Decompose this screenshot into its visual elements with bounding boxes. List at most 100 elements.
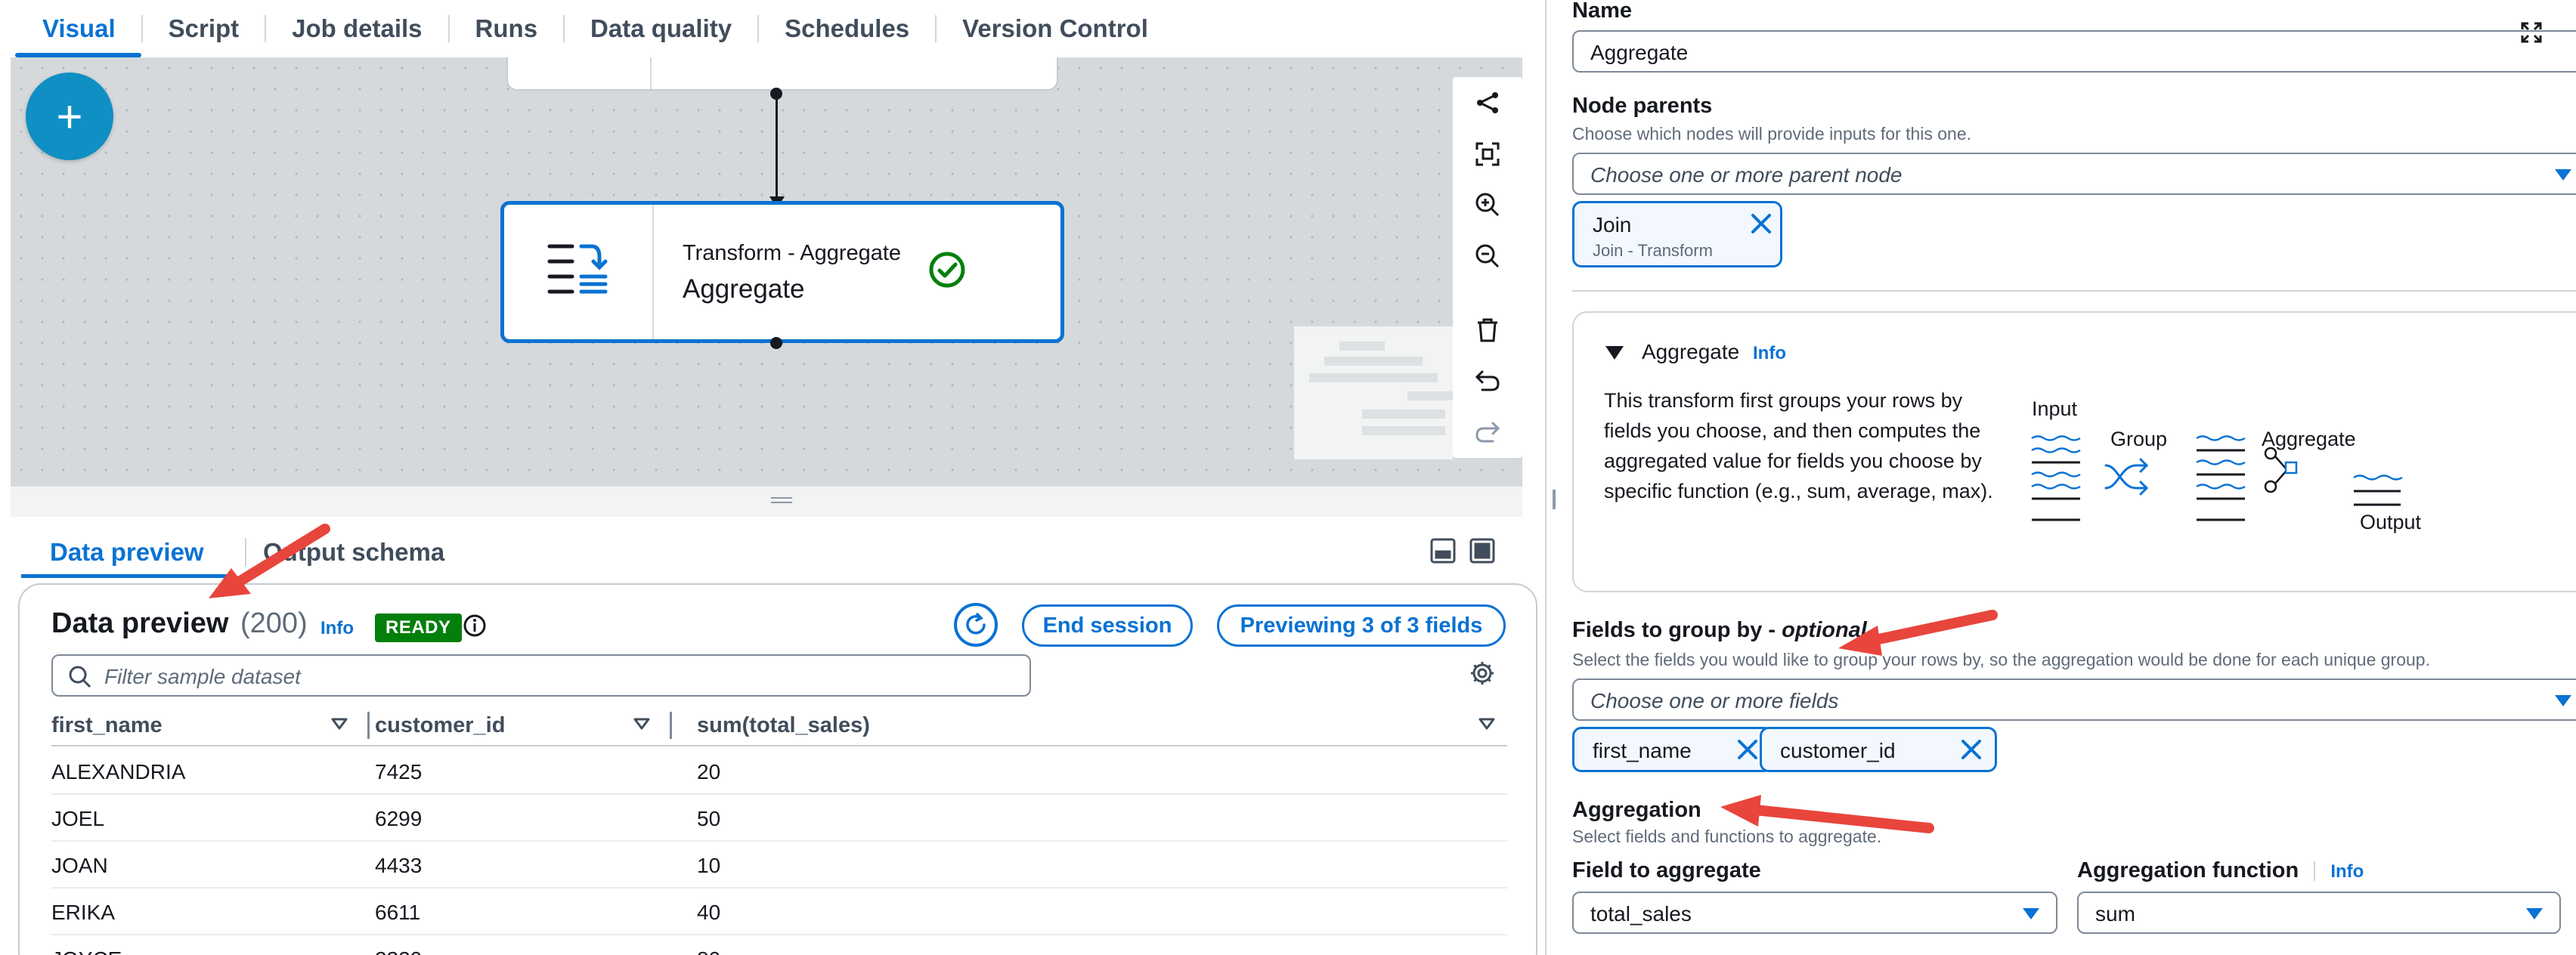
name-input[interactable]: Aggregate	[1572, 30, 2576, 73]
filter-input[interactable]: Filter sample dataset	[51, 654, 1031, 697]
chevron-down-icon	[2555, 695, 2571, 706]
table-cell: JOYCE	[51, 947, 122, 955]
field-to-aggregate-select[interactable]: total_sales	[1572, 892, 2057, 934]
node-parents-description: Choose which nodes will provide inputs f…	[1572, 124, 1972, 144]
table-cell: 20	[697, 760, 721, 783]
minimap-block	[1324, 357, 1423, 366]
section-divider	[1572, 290, 2576, 292]
table-cell: 7425	[375, 760, 423, 783]
remove-token-icon[interactable]	[1736, 738, 1759, 765]
edge-line	[776, 94, 778, 207]
left-pane: Visual Script Job details Runs Data qual…	[0, 0, 1545, 955]
info-link[interactable]: Info	[320, 618, 354, 639]
column-resizer[interactable]	[367, 712, 370, 739]
remove-token-icon[interactable]	[1750, 212, 1773, 239]
node-title: Aggregate	[683, 274, 805, 304]
canvas-toolbar	[1453, 77, 1522, 458]
tab-data-quality[interactable]: Data quality	[565, 0, 757, 57]
group-field-token: customer_id	[1760, 727, 1997, 772]
undo-icon[interactable]	[1453, 356, 1522, 407]
edge-handle[interactable]	[770, 337, 782, 349]
aggregation-function-select[interactable]: sum	[2077, 892, 2561, 934]
group-by-description: Select the fields you would like to grou…	[1572, 650, 2430, 669]
minimap[interactable]	[1294, 326, 1453, 459]
tab-data-preview[interactable]: Data preview	[50, 538, 204, 567]
aggregate-node-icon-box	[504, 205, 654, 339]
minimap-block	[1309, 373, 1438, 382]
table-row: JOEL 6299 50	[51, 795, 1507, 842]
tab-runs[interactable]: Runs	[450, 0, 564, 57]
tab-separator	[245, 538, 246, 567]
editor-tabs: Visual Script Job details Runs Data qual…	[0, 0, 1545, 57]
node-properties-panel: Name Aggregate Node parents Choose which…	[1547, 0, 2576, 955]
sort-caret-icon[interactable]	[1478, 718, 1495, 734]
filter-placeholder: Filter sample dataset	[104, 665, 301, 688]
node-parents-label: Node parents	[1572, 94, 1713, 118]
tab-job-details[interactable]: Job details	[266, 0, 447, 57]
parent-token-label: Join	[1593, 213, 1632, 236]
tab-script[interactable]: Script	[143, 0, 265, 57]
aggregate-flow-diagram	[2031, 435, 2403, 521]
sort-caret-icon[interactable]	[331, 718, 348, 734]
data-preview-title: Data preview	[51, 607, 229, 639]
expand-icon[interactable]	[2520, 21, 2543, 48]
data-preview-card: Data preview (200) Info READY End sessio…	[18, 583, 1537, 955]
table-cell: 2329	[375, 947, 422, 955]
group-by-label-optional: optional	[1782, 618, 1867, 642]
table-row: ALEXANDRIA 7425 20	[51, 748, 1507, 795]
tab-output-schema[interactable]: Output schema	[263, 538, 444, 567]
aggregate-expander-header[interactable]: Aggregate Info	[1642, 340, 1786, 364]
column-header[interactable]: first_name	[51, 713, 163, 738]
group-by-placeholder: Choose one or more fields	[1590, 689, 1839, 712]
column-header[interactable]: customer_id	[375, 713, 505, 738]
remove-token-icon[interactable]	[1960, 738, 1983, 765]
diagram-input-label: Input	[2032, 397, 2078, 420]
table-cell: 6299	[375, 807, 423, 830]
info-link[interactable]: Info	[1753, 343, 1786, 363]
resize-grip-icon	[771, 497, 792, 499]
trash-icon[interactable]	[1453, 304, 1522, 356]
info-link[interactable]: Info	[2330, 861, 2364, 882]
tab-schedules[interactable]: Schedules	[759, 0, 935, 57]
tab-visual[interactable]: Visual	[15, 0, 141, 57]
panel-resize-handle[interactable]	[11, 487, 1522, 517]
group-by-select[interactable]: Choose one or more fields	[1572, 678, 2576, 721]
column-resizer[interactable]	[670, 712, 672, 739]
redo-icon[interactable]	[1453, 406, 1522, 458]
visual-canvas[interactable]: Transform - Aggregate Aggregate +	[11, 57, 1522, 487]
chevron-down-icon	[2555, 169, 2571, 181]
parent-node[interactable]	[506, 57, 1058, 91]
fit-view-icon[interactable]	[1453, 128, 1522, 180]
parent-token-sub: Join - Transform	[1593, 241, 1713, 260]
table-cell: ALEXANDRIA	[51, 760, 186, 783]
table-header: first_name customer_id sum(total_sales)	[51, 704, 1507, 746]
sort-caret-icon[interactable]	[633, 718, 650, 734]
info-circle-icon[interactable]	[463, 613, 487, 641]
split-panel-icon[interactable]	[1430, 538, 1456, 564]
tab-version-control[interactable]: Version Control	[937, 0, 1174, 57]
group-token-label: first_name	[1593, 739, 1692, 762]
zoom-out-icon[interactable]	[1453, 230, 1522, 282]
table-cell: 10	[697, 854, 721, 877]
refresh-icon[interactable]	[954, 603, 998, 647]
table-cell: JOEL	[51, 807, 105, 830]
caret-down-icon[interactable]	[1605, 346, 1624, 360]
parents-select[interactable]: Choose one or more parent node	[1572, 153, 2576, 195]
gear-icon[interactable]	[1469, 660, 1495, 690]
maximize-panel-icon[interactable]	[1469, 538, 1495, 564]
aggregate-transform-icon	[547, 244, 608, 294]
aggregate-node[interactable]: Transform - Aggregate Aggregate	[500, 201, 1064, 343]
name-label: Name	[1572, 0, 1632, 23]
parents-placeholder: Choose one or more parent node	[1590, 163, 1903, 187]
aggregation-function-label: Aggregation function Info	[2077, 858, 2364, 883]
name-value: Aggregate	[1590, 41, 1689, 64]
zoom-in-icon[interactable]	[1453, 179, 1522, 230]
layout-icon[interactable]	[1453, 77, 1522, 128]
group-by-label-main: Fields to group by -	[1572, 618, 1782, 642]
field-to-aggregate-label: Field to aggregate	[1572, 858, 1761, 882]
previewing-fields-button[interactable]: Previewing 3 of 3 fields	[1217, 604, 1506, 647]
add-node-button[interactable]: +	[26, 73, 113, 160]
column-header[interactable]: sum(total_sales)	[697, 713, 870, 738]
end-session-button[interactable]: End session	[1022, 604, 1193, 647]
check-circle-icon	[927, 250, 967, 293]
